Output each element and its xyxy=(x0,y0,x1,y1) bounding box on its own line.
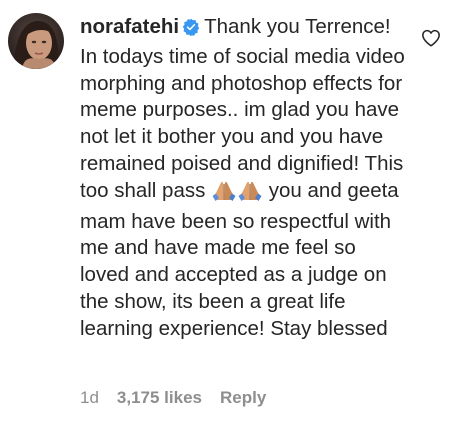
comment-meta: 1d 3,175 likes Reply xyxy=(80,388,266,408)
folded-hands-icon xyxy=(212,179,236,209)
verified-badge-icon xyxy=(182,17,200,44)
avatar[interactable] xyxy=(8,13,64,69)
heart-outline-icon[interactable] xyxy=(421,29,441,47)
comment-username[interactable]: norafatehi xyxy=(80,15,179,38)
folded-hands-icon xyxy=(238,179,262,209)
comment: norafatehi Thank you Terrence! In todays … xyxy=(0,0,474,428)
comment-text-part1: Thank you Terrence! In todays time of so… xyxy=(80,15,405,202)
comment-timestamp[interactable]: 1d xyxy=(80,388,99,408)
reply-button[interactable]: Reply xyxy=(220,388,266,408)
comment-body: norafatehi Thank you Terrence! In todays … xyxy=(80,14,410,343)
likes-count-button[interactable]: 3,175 likes xyxy=(117,388,202,408)
